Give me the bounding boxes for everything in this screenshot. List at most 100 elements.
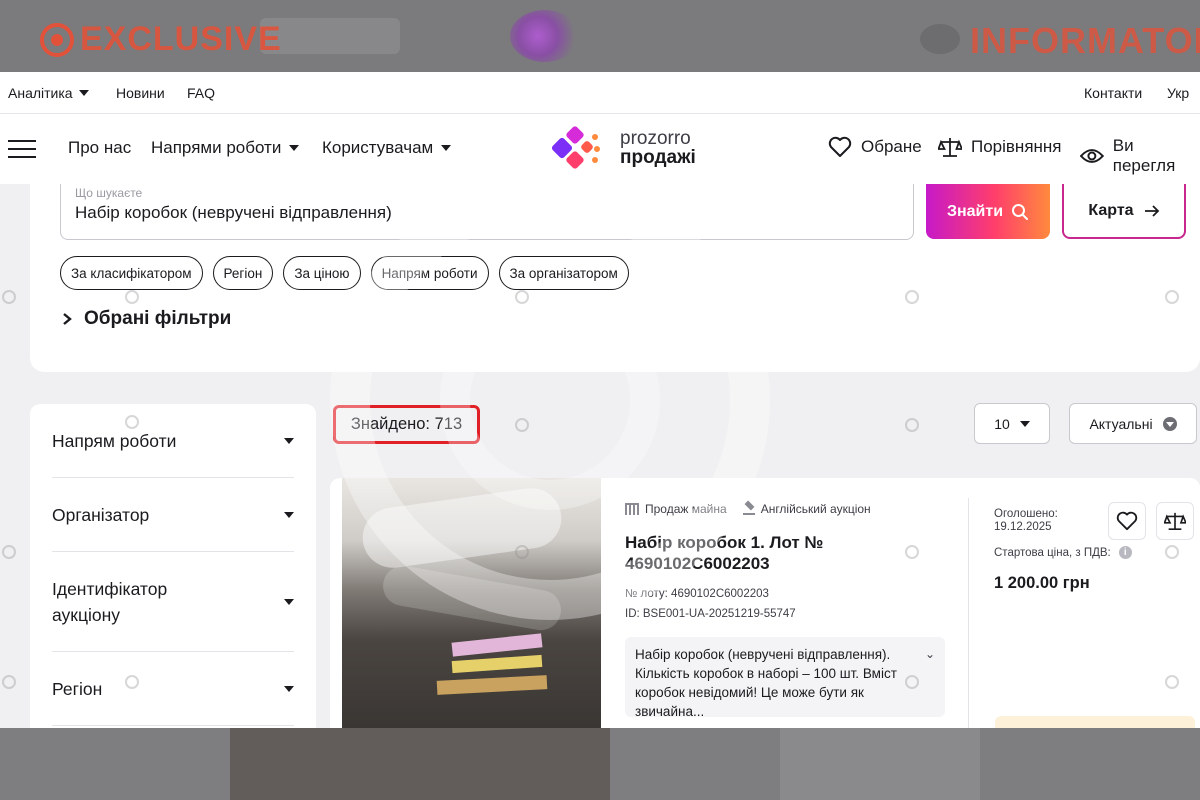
nav-users[interactable]: Користувачам (322, 138, 452, 158)
nav-analytics-label: Аналітика (8, 84, 73, 101)
filter-group-label: Організатор (52, 504, 150, 525)
watermark-icon (2, 675, 16, 689)
chevron-down-icon (78, 89, 89, 96)
filter-group-region[interactable]: Регіон (52, 652, 294, 726)
language-switch[interactable]: Укр (1167, 85, 1189, 101)
start-price: 1 200.00 грн (994, 574, 1090, 592)
result-card[interactable]: Продаж майна Англійський аукціон Набір к… (330, 478, 1200, 728)
lot-photo[interactable] (342, 478, 601, 728)
add-to-compare-button[interactable] (1156, 502, 1194, 540)
filter-group-direction[interactable]: Напрям роботи (52, 404, 294, 478)
sort-select[interactable]: Актуальні (1069, 403, 1197, 444)
start-price-label: Стартова ціна, з ПДВ: (994, 546, 1111, 559)
menu-icon[interactable] (8, 140, 36, 158)
chevron-down-icon (1019, 420, 1030, 427)
tag-label: Англійський аукціон (760, 502, 871, 516)
nav-about[interactable]: Про нас (68, 138, 131, 158)
nav-analytics[interactable]: Аналітика (8, 85, 89, 101)
divider (968, 498, 969, 728)
blurred-area (230, 728, 610, 800)
search-value: Набір коробок (невручені відправлення) (75, 203, 392, 222)
favorites-link[interactable]: Обране (828, 136, 922, 158)
search-input[interactable]: Що шукаєте Набір коробок (невручені відп… (60, 184, 914, 240)
bottom-blurred-band (0, 728, 1200, 800)
heart-icon (1116, 511, 1138, 531)
selected-filters-label: Обрані фільтри (84, 308, 232, 329)
per-page-select[interactable]: 10 (974, 403, 1050, 444)
map-button-label: Карта (1088, 201, 1134, 219)
exclusive-watermark: EXCLUSIVE (40, 20, 282, 59)
tag-auction-type: Англійський аукціон (742, 502, 871, 516)
chip-direction[interactable]: Напрям роботи (370, 256, 489, 290)
lot-id: ID: BSE001-UA-20251219-55747 (625, 608, 796, 620)
search-icon (1012, 203, 1029, 220)
announced-label: Оголошено: (994, 508, 1058, 520)
chevron-down-icon (441, 145, 452, 151)
tag-property-sale: Продаж майна (625, 502, 727, 516)
lot-number: № лоту: 4690102С6002203 (625, 588, 769, 600)
blurred-logo (510, 10, 580, 62)
filter-group-organizer[interactable]: Організатор (52, 478, 294, 552)
chip-region[interactable]: Регіон (212, 256, 274, 290)
gavel-icon (742, 503, 755, 515)
chevron-down-icon (284, 598, 294, 605)
nav-directions-label: Напрями роботи (151, 138, 282, 157)
logo-text-line1: prozorro (620, 128, 691, 149)
filter-chips: За класифікатором Регіон За ціною Напрям… (60, 256, 629, 290)
filter-group-auction-id[interactable]: Ідентифікатор аукціону (52, 552, 294, 652)
find-button-label: Знайти (946, 202, 1004, 220)
chevron-right-icon (63, 313, 72, 325)
info-icon[interactable]: i (1118, 546, 1132, 559)
viewed-label: Ви перегля (1112, 136, 1176, 175)
nav-about-label: Про нас (68, 138, 132, 157)
search-panel: Що шукаєте Набір коробок (невручені відп… (30, 184, 1200, 372)
favorites-label: Обране (861, 137, 922, 156)
scales-icon (938, 138, 962, 157)
informator-watermark: INFORMATOR (970, 20, 1200, 61)
status-strip (995, 716, 1195, 728)
watermark-icon (515, 418, 529, 432)
eye-icon (1080, 149, 1104, 163)
watermark-icon (2, 290, 16, 304)
blurred-area (780, 728, 980, 800)
selected-filters-toggle[interactable]: Обрані фільтри (62, 308, 231, 330)
watermark-icon (2, 545, 16, 559)
lot-title[interactable]: Набір коробок 1. Лот № 4690102С6002203 (625, 532, 905, 574)
logo-mark-icon (548, 125, 608, 170)
compare-label: Порівняння (971, 137, 1062, 156)
watermark-icon (905, 418, 919, 432)
blurred-icon (920, 24, 960, 54)
viewed-link[interactable]: Ви перегля (1080, 136, 1200, 176)
chevron-down-icon[interactable]: ⌄ (925, 645, 935, 664)
announced-date: 19.12.2025 (994, 521, 1052, 533)
chevron-down-icon (284, 685, 294, 692)
map-button[interactable]: Карта (1062, 184, 1186, 239)
tag-label: Продаж майна (645, 502, 727, 516)
add-to-favorites-button[interactable] (1108, 502, 1146, 540)
compare-link[interactable]: Порівняння (938, 136, 1062, 158)
filter-group-label: Напрям роботи (52, 430, 177, 451)
chevron-down-icon (289, 145, 300, 151)
per-page-value: 10 (994, 415, 1010, 432)
exclusive-watermark-text: EXCLUSIVE (80, 20, 282, 58)
chip-organizer[interactable]: За організатором (498, 256, 629, 290)
lot-description[interactable]: Набір коробок (невручені відправлення). … (625, 637, 945, 719)
results-count: Знайдено: 713 (333, 405, 480, 444)
chevron-down-icon (284, 511, 294, 518)
main-nav: Про нас Напрями роботи Користувачам proz… (0, 114, 1200, 184)
nav-directions[interactable]: Напрями роботи (151, 138, 300, 158)
chevron-down-icon (284, 437, 294, 444)
filter-group-label: Регіон (52, 678, 103, 699)
nav-faq[interactable]: FAQ (187, 85, 215, 101)
chip-price[interactable]: За ціною (283, 256, 361, 290)
nav-contacts[interactable]: Контакти (1084, 85, 1142, 101)
lot-tags: Продаж майна Англійський аукціон (625, 502, 871, 516)
scales-icon (1164, 512, 1186, 530)
eye-logo-icon (40, 22, 74, 57)
search-placeholder: Що шукаєте (75, 186, 143, 200)
nav-news[interactable]: Новини (116, 85, 165, 101)
chip-classifier[interactable]: За класифікатором (60, 256, 203, 290)
lot-description-text: Набір коробок (невручені відправлення). … (635, 647, 897, 719)
find-button[interactable]: Знайти (926, 184, 1050, 239)
prozorro-logo[interactable]: prozorro продажі (548, 125, 696, 170)
